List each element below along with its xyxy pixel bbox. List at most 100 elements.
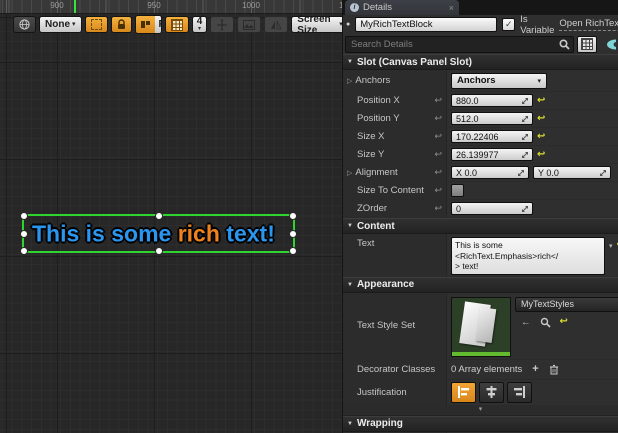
justify-left-button[interactable]	[451, 382, 476, 403]
reset-arrow-icon[interactable]: ↩	[434, 149, 442, 160]
section-header-slot[interactable]: ▼ Slot (Canvas Panel Slot)	[343, 54, 618, 70]
property-row-size-to-content: Size To Content ↩	[343, 182, 618, 200]
display-filter-button[interactable]	[600, 37, 616, 52]
view-options-button[interactable]	[577, 36, 597, 53]
localization-preview-button[interactable]	[13, 16, 36, 33]
preview-background-button[interactable]	[237, 16, 261, 33]
property-row-anchors: ▷ Anchors Anchors ▾	[343, 70, 618, 92]
preview-none-dropdown[interactable]: None ▾	[39, 16, 82, 33]
selection-handle[interactable]	[289, 212, 297, 220]
is-variable-checkbox[interactable]: ✓	[502, 18, 515, 31]
chevron-down-icon[interactable]: ▾	[609, 242, 613, 250]
selected-widget[interactable]: This is some rich text!	[22, 214, 295, 253]
section-header-appearance[interactable]: ▼ Appearance	[343, 277, 618, 293]
property-label: Decorator Classes	[357, 364, 435, 375]
flip-icon	[270, 20, 282, 30]
alignment-y-field[interactable]: Y 0.0	[533, 166, 611, 179]
widget-name-input[interactable]	[355, 17, 497, 32]
rich-text-preview[interactable]: This is some rich text!	[32, 220, 275, 247]
selection-handle[interactable]	[20, 247, 28, 255]
browse-to-asset-button[interactable]	[540, 317, 551, 328]
text-style-set-thumbnail[interactable]	[451, 297, 511, 357]
designer-canvas[interactable]: 900 950 1000 1050 None ▾	[0, 0, 342, 433]
image-icon	[243, 20, 255, 30]
property-label: Text	[357, 238, 374, 249]
revert-icon[interactable]: ↩	[537, 114, 545, 124]
property-label: Alignment	[355, 167, 397, 178]
drag-handle-icon[interactable]	[521, 133, 529, 141]
position-y-field[interactable]: 512.0	[451, 112, 533, 125]
advanced-expander[interactable]: ▾	[343, 405, 618, 416]
property-label: Justification	[357, 387, 407, 398]
drag-handle-icon[interactable]	[517, 169, 525, 177]
drag-handle-icon[interactable]	[521, 205, 529, 213]
reset-arrow-icon[interactable]: ↩	[434, 113, 442, 124]
expander-icon[interactable]: ▷	[347, 77, 352, 85]
lock-icon	[117, 19, 126, 30]
snap-grid-toggle[interactable]	[165, 16, 189, 33]
grid-size-stepper[interactable]: 4 ▾	[192, 16, 208, 33]
size-x-field[interactable]: 170.22406	[451, 130, 533, 143]
revert-icon[interactable]: ↩	[537, 150, 545, 160]
selection-handle[interactable]	[289, 247, 297, 255]
selection-handle[interactable]	[289, 230, 297, 238]
size-y-value: 26.139977	[456, 150, 519, 160]
tab-details[interactable]: i Details ×	[345, 0, 459, 15]
selection-handle[interactable]	[155, 247, 163, 255]
revert-icon[interactable]: ↩	[537, 96, 545, 106]
text-style-set-value: MyTextStyles	[521, 299, 618, 309]
search-box[interactable]	[345, 36, 574, 53]
section-header-content[interactable]: ▼ Content	[343, 218, 618, 234]
lock-widgets-toggle[interactable]	[111, 16, 132, 33]
revert-icon[interactable]: ↩	[537, 132, 545, 142]
move-transform-icon	[216, 19, 228, 31]
search-input[interactable]	[349, 38, 559, 51]
reset-arrow-icon[interactable]: ↩	[434, 203, 442, 214]
flip-preview-button[interactable]	[264, 16, 288, 33]
selection-handle[interactable]	[155, 212, 163, 220]
reset-arrow-icon[interactable]: ↩	[434, 131, 442, 142]
transform-mode-button[interactable]	[210, 16, 234, 33]
designer-toolbar: None ▾ R	[13, 15, 342, 34]
selection-handle[interactable]	[20, 212, 28, 220]
reset-arrow-icon[interactable]: ↩	[434, 167, 442, 178]
chevron-down-icon: ▾	[537, 77, 541, 85]
size-y-field[interactable]: 26.139977	[451, 148, 533, 161]
zorder-field[interactable]: 0	[451, 202, 533, 215]
section-caret-icon: ▼	[347, 421, 353, 427]
reset-arrow-icon[interactable]: ↩	[434, 95, 442, 106]
section-header-wrapping[interactable]: ▼ Wrapping	[343, 416, 618, 432]
search-row	[343, 34, 618, 54]
respect-locks-toggle[interactable]: R	[155, 16, 162, 33]
anchors-dropdown[interactable]: Anchors ▾	[451, 73, 547, 89]
use-selected-asset-button[interactable]: ←	[521, 317, 531, 328]
selection-handle[interactable]	[20, 230, 28, 238]
drag-handle-icon[interactable]	[521, 151, 529, 159]
add-element-button[interactable]: +	[532, 364, 538, 375]
size-to-content-checkbox[interactable]	[451, 184, 464, 197]
close-icon[interactable]: ×	[449, 3, 454, 13]
screen-size-dropdown[interactable]: Screen Size ▾	[291, 16, 342, 33]
alignment-y-value: Y 0.0	[538, 168, 597, 178]
reset-arrow-icon[interactable]: ↩	[434, 185, 442, 196]
anchor-mode-group[interactable]: R	[135, 15, 162, 34]
property-row-position-y: Position Y ↩ 512.0 ↩	[343, 110, 618, 128]
justify-right-icon	[513, 386, 526, 398]
anchor-widget-part[interactable]	[136, 16, 155, 33]
asset-type-color-strip	[452, 352, 510, 356]
text-style-set-dropdown[interactable]: MyTextStyles ▾	[515, 297, 618, 312]
position-x-field[interactable]: 880.0	[451, 94, 533, 107]
alignment-x-field[interactable]: X 0.0	[451, 166, 529, 179]
open-richtextblock-link[interactable]: Open RichTextBlock	[559, 18, 618, 31]
delete-elements-button[interactable]	[549, 364, 559, 375]
revert-icon[interactable]: ↩	[560, 317, 568, 327]
show-outlines-toggle[interactable]	[85, 16, 108, 33]
justify-center-button[interactable]	[479, 382, 504, 403]
drag-handle-icon[interactable]	[521, 115, 529, 123]
justify-right-button[interactable]	[507, 382, 532, 403]
drag-handle-icon[interactable]	[599, 169, 607, 177]
property-row-alignment: ▷ Alignment ↩ X 0.0 Y 0.0	[343, 164, 618, 182]
expander-icon[interactable]: ▷	[347, 169, 352, 177]
text-content-input[interactable]: This is some <RichText.Emphasis>rich</ >…	[451, 237, 605, 275]
drag-handle-icon[interactable]	[521, 97, 529, 105]
